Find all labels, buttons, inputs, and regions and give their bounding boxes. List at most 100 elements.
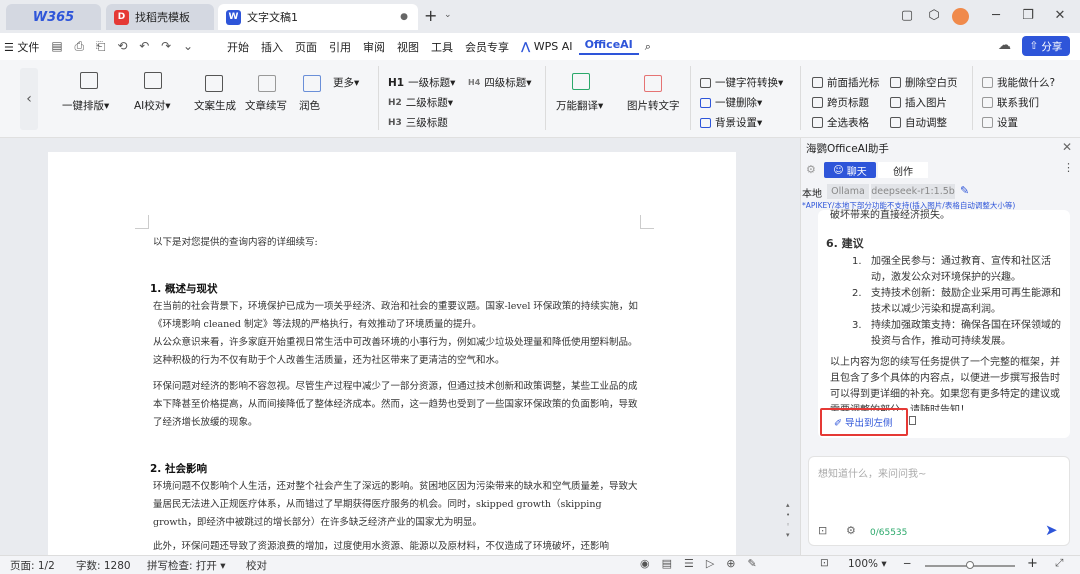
tab-document[interactable]: W 文字文稿1 ●	[218, 4, 418, 30]
translate-button[interactable]: 万能翻译 ▾	[556, 98, 603, 113]
writer-app-icon: W	[226, 9, 241, 25]
list-item: 支持技术创新：鼓励企业采用可再生能源和技术以减少污染和提高利润。	[871, 288, 1061, 315]
panel-settings-icon[interactable]: ⚙	[806, 163, 816, 176]
proofread-button[interactable]: 校对	[246, 558, 267, 573]
delete-icon	[700, 97, 711, 108]
gear-icon	[982, 117, 993, 128]
ribbon-scroll-left-button[interactable]: ‹	[20, 68, 38, 130]
convert-icon	[700, 77, 711, 88]
text-continue-button[interactable]: 文章续写	[245, 98, 287, 113]
cloud-sync-icon[interactable]: ☁	[998, 38, 1011, 53]
more-button[interactable]: 更多 ▾	[333, 75, 359, 90]
menu-insert[interactable]: 插入	[255, 39, 289, 55]
search-icon[interactable]: ⌕	[639, 40, 657, 54]
list-num: 3.	[852, 320, 862, 331]
one-click-layout-button[interactable]: 一键排版 ▾	[62, 98, 109, 113]
heading4-button[interactable]: H4 四级标题 ▾	[468, 75, 532, 90]
new-tab-button[interactable]: +	[424, 6, 437, 25]
model-select[interactable]: deepseek-r1:1.5b	[871, 184, 955, 199]
spellcheck-toggle[interactable]: 拼写检查: 打开 ▾	[147, 558, 225, 573]
export-to-left-button[interactable]: ✐ 导出到左侧	[834, 415, 893, 429]
contact-icon	[982, 97, 993, 108]
menu-view[interactable]: 视图	[391, 39, 425, 55]
quick-access-icons[interactable]: ▤ ⎙ ⎗ ⟲ ↶ ↷ ⌄	[45, 39, 203, 54]
heading2-button[interactable]: H2 二级标题 ▾	[388, 95, 453, 110]
unsaved-dot-icon[interactable]: ●	[400, 12, 408, 22]
ai-proofread-button[interactable]: AI校对 ▾	[134, 98, 171, 113]
zoom-in-button[interactable]: +	[1027, 556, 1038, 571]
select-table-button[interactable]: 全选表格	[812, 115, 869, 130]
delete-blank-page-button[interactable]: 删除空白页	[890, 75, 958, 90]
auto-adjust-button[interactable]: 自动调整	[890, 115, 947, 130]
template-app-icon: D	[114, 9, 129, 25]
send-icon[interactable]: ➤	[1045, 521, 1058, 539]
edit-icon[interactable]: ✎	[960, 184, 969, 197]
gear-icon[interactable]: ⚙	[846, 524, 856, 537]
chat-input[interactable]: 想知道什么，来问问我~	[818, 465, 926, 480]
page-indicator[interactable]: 页面: 1/2	[10, 558, 55, 573]
menu-wps-ai[interactable]: ⋀ WPS AI	[515, 40, 579, 53]
h2-icon: H2	[388, 97, 402, 108]
list-item: 持续加强政策支持：确保各国在环保领域的投资与合作，推动可持续发展。	[871, 320, 1061, 347]
what-can-i-do-button[interactable]: 我能做什么?	[982, 75, 1055, 90]
word-count[interactable]: 字数: 1280	[76, 558, 131, 573]
tab-create[interactable]: 创作	[878, 162, 928, 178]
help-icon	[982, 77, 993, 88]
image-to-text-button[interactable]: 图片转文字	[627, 98, 680, 113]
contact-us-button[interactable]: 联系我们	[982, 95, 1039, 110]
background-settings-button[interactable]: 背景设置 ▾	[700, 115, 762, 130]
polish-button[interactable]: 润色	[299, 98, 320, 113]
cursor-icon	[812, 77, 823, 88]
minimize-button[interactable]: ─	[986, 8, 1006, 23]
heading3-button[interactable]: H3 三级标题	[388, 115, 448, 130]
menu-page[interactable]: 页面	[289, 39, 323, 55]
model-provider-select[interactable]: Ollama	[827, 184, 869, 199]
menu-office-ai[interactable]: OfficeAI	[578, 38, 639, 55]
insert-image-button[interactable]: 插入图片	[890, 95, 947, 110]
avatar[interactable]	[952, 8, 969, 25]
close-window-button[interactable]: ✕	[1050, 8, 1070, 23]
cube-icon[interactable]: ⬡	[924, 8, 944, 23]
ribbon-divider	[972, 66, 973, 130]
window-restore-icon[interactable]: ▢	[897, 8, 917, 23]
title-bar: W365 D 找稻壳模板 W 文字文稿1 ● + ⌄ ▢ ⬡ ─ ❐ ✕	[0, 0, 1080, 33]
text-gen-button[interactable]: 文案生成	[194, 98, 236, 113]
view-mode-icons[interactable]: ◉▤☰▷⊕✎	[640, 557, 769, 570]
share-button[interactable]: ⇧ 分享	[1022, 36, 1070, 56]
screenshot-icon[interactable]: ⊡	[818, 524, 827, 537]
home-tab-label: W365	[32, 9, 75, 25]
doc-paragraph: 从公众意识来看，许多家庭开始重视日常生活中可改善环境的小事行为，例如减少垃圾处理…	[153, 337, 638, 366]
cross-page-title-button[interactable]: 跨页标题	[812, 95, 869, 110]
proofread-icon	[144, 72, 162, 89]
panel-scroll-controls[interactable]: ▴ • ◦ ▾	[786, 500, 792, 540]
panel-more-icon[interactable]: ⋮	[1063, 161, 1074, 174]
cursor-front-button[interactable]: 前面插光标	[812, 75, 880, 90]
doc-paragraph: 环境问题不仅影响个人生活，还对整个社会产生了深远的影响。贫困地区因为污染带来的缺…	[153, 481, 638, 528]
fullscreen-icon[interactable]: ⤢	[1055, 557, 1063, 570]
panel-close-icon[interactable]: ✕	[1062, 140, 1072, 154]
menu-start[interactable]: 开始	[221, 39, 255, 55]
fit-page-icon[interactable]: ⊡	[820, 557, 829, 569]
heading1-button[interactable]: H1 一级标题 ▾	[388, 75, 455, 90]
menu-member[interactable]: 会员专享	[459, 39, 515, 55]
maximize-button[interactable]: ❐	[1018, 8, 1038, 23]
char-counter: 0/65535	[870, 528, 908, 538]
tab-template[interactable]: D 找稻壳模板	[106, 4, 214, 30]
zoom-out-button[interactable]: ─	[904, 558, 910, 570]
copy-icon[interactable]	[909, 416, 916, 425]
settings-button[interactable]: 设置	[982, 115, 1018, 130]
menu-reference[interactable]: 引用	[323, 39, 357, 55]
tab-home[interactable]: W365	[6, 4, 101, 30]
message-section-title: 6. 建议	[826, 237, 864, 250]
menu-review[interactable]: 审阅	[357, 39, 391, 55]
char-convert-button[interactable]: 一键字符转换 ▾	[700, 75, 783, 90]
zoom-slider-handle[interactable]	[966, 561, 974, 569]
tab-list-chevron-icon[interactable]: ⌄	[444, 10, 452, 20]
menu-tools[interactable]: 工具	[425, 39, 459, 55]
menu-file[interactable]: ☰ 文件	[0, 39, 45, 55]
ribbon-divider	[800, 66, 801, 130]
tab-chat[interactable]: ☺ 聊天	[824, 162, 876, 178]
one-click-delete-button[interactable]: 一键删除 ▾	[700, 95, 762, 110]
doc-paragraph: 环保问题对经济的影响不容忽视。尽管生产过程中减少了一部分资源，但通过技术创新和政…	[153, 381, 638, 428]
zoom-level[interactable]: 100% ▾	[848, 558, 887, 570]
